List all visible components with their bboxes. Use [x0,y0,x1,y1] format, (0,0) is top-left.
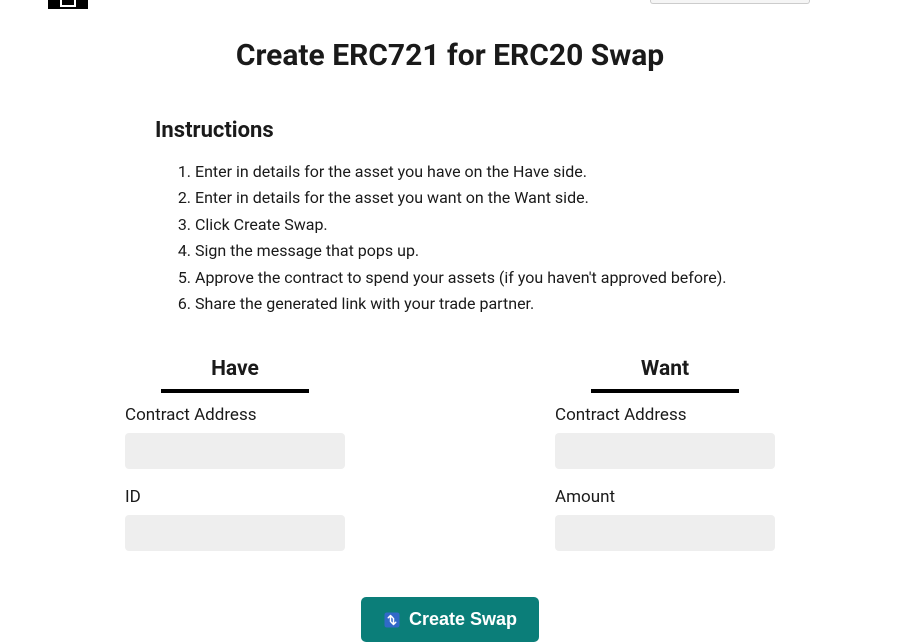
instruction-step: Share the generated link with your trade… [195,293,745,315]
want-amount-label: Amount [555,487,775,507]
want-amount-input[interactable] [555,515,775,551]
want-heading: Want [555,357,775,387]
instruction-step: Approve the contract to spend your asset… [195,267,745,289]
wallet-chip[interactable] [650,0,810,4]
instruction-step: Sign the message that pops up. [195,240,745,262]
have-contract-label: Contract Address [125,405,345,425]
page-title: Create ERC721 for ERC20 Swap [0,38,900,73]
want-contract-input[interactable] [555,433,775,469]
instructions-heading: Instructions [155,118,745,143]
instructions-list: Enter in details for the asset you have … [155,161,745,315]
want-contract-label: Contract Address [555,405,775,425]
create-swap-label: Create Swap [409,609,517,630]
have-contract-input[interactable] [125,433,345,469]
instruction-step: Click Create Swap. [195,214,745,236]
instruction-step: Enter in details for the asset you want … [195,187,745,209]
instruction-step: Enter in details for the asset you have … [195,161,745,183]
have-id-input[interactable] [125,515,345,551]
have-column: Have Contract Address ID [125,357,345,569]
have-heading: Have [125,357,345,387]
want-column: Want Contract Address Amount [555,357,775,569]
swap-icon [383,611,401,629]
have-id-label: ID [125,487,345,507]
app-logo[interactable] [48,0,88,9]
create-swap-button[interactable]: Create Swap [361,597,539,642]
